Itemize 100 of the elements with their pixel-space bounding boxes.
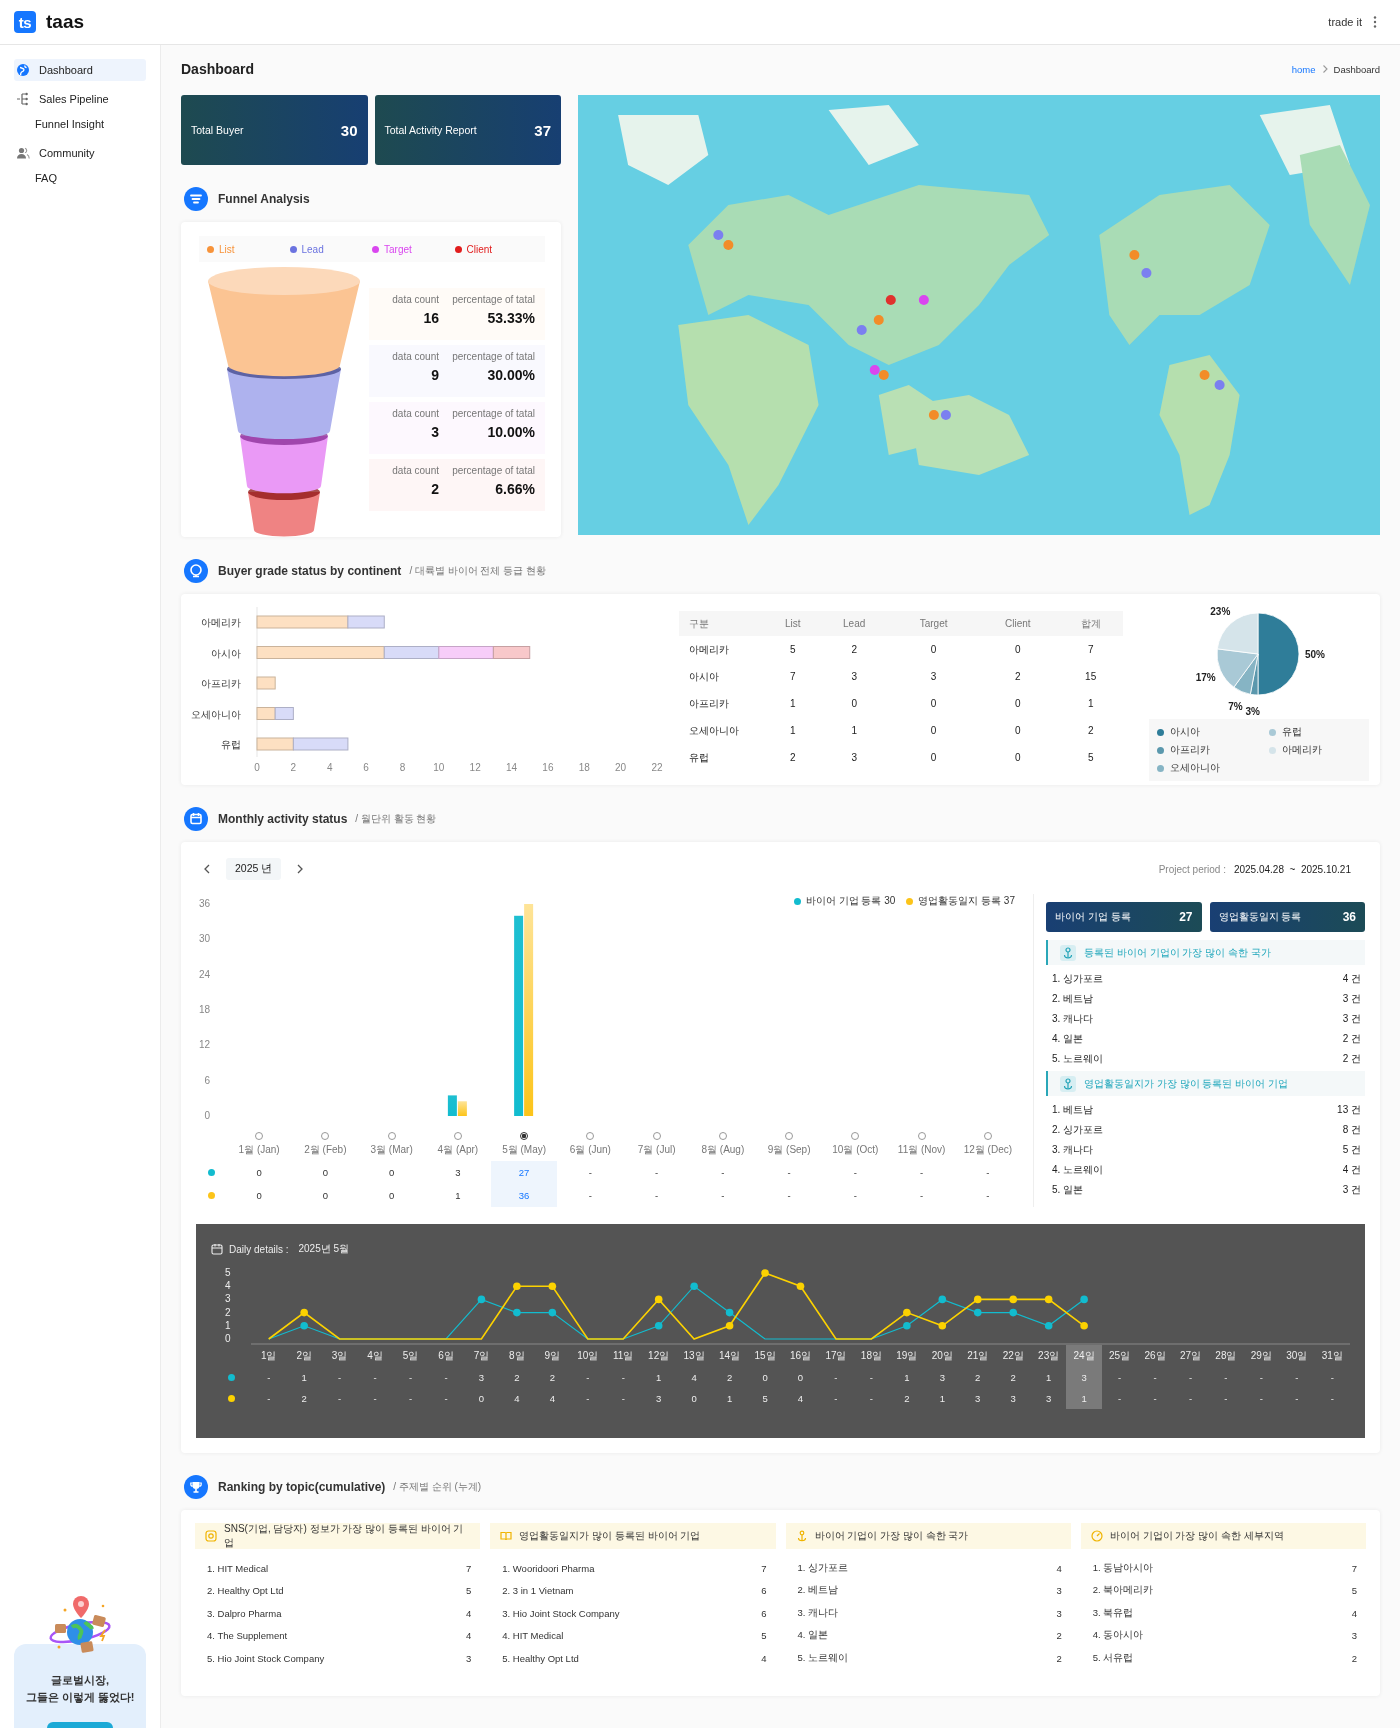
percent-value: 6.66% [494,481,535,497]
list-title: 등록된 바이어 기업이 가장 많이 속한 국가 [1084,945,1271,960]
day-label[interactable]: 19일 [889,1345,925,1367]
item-name: 4. 일본 [1052,1032,1084,1046]
table-cell-text: 0 [929,751,938,765]
count-label: data count [391,465,439,476]
data-point [973,1308,982,1317]
day-label[interactable]: 23일 [1030,1345,1067,1367]
series-dot [207,1192,215,1199]
table-cell-text: - [337,1371,343,1385]
day-label[interactable]: 1일 [251,1345,287,1367]
month-label: 12월 (Dec) [962,1143,1014,1157]
day-label[interactable]: 4일 [357,1345,393,1367]
item-name: 3. Dalpro Pharma [207,1607,282,1619]
table-cell-text: - [585,1371,591,1385]
section-title: Ranking by topic(cumulative) [218,1480,386,1494]
category-label: 아메리카 [201,617,241,628]
promo-button[interactable] [47,1722,113,1728]
day-label[interactable]: 22일 [995,1345,1031,1367]
data-label: 50% [1305,649,1325,660]
count-value: 2 [430,481,439,497]
table-cell-text: 1 [300,1371,308,1385]
item-count: 3 [1056,1607,1062,1619]
data-label: 17% [1195,671,1216,683]
day-label[interactable]: 20일 [924,1345,961,1367]
nav-item[interactable]: Dashboard [14,59,146,81]
percent-label: percentage of tatal [451,465,535,476]
day-label[interactable]: 27일 [1172,1345,1209,1367]
table-cell-text: 오세아니아 [688,723,740,738]
day-label[interactable]: 6일 [428,1345,464,1367]
data-point [938,1295,947,1304]
day-label[interactable]: 11일 [605,1345,641,1367]
column-header: 구분 [679,611,767,636]
table-cell-text: 3 [1045,1392,1053,1406]
table-cell-text: 5 [1086,751,1095,765]
nav-item[interactable]: Sales Pipeline [14,88,146,110]
breadcrumb-link[interactable]: home [1291,63,1316,75]
item-name: 4. 일본 [797,1629,829,1643]
table-cell-text: 3 [938,1371,946,1385]
day-label[interactable]: 29일 [1243,1345,1280,1367]
column-header: 합계 [1058,611,1123,636]
legend-label: 아시아 [1169,725,1200,739]
item-count: 7 [1351,1562,1357,1574]
tick-label: 6 [363,762,369,773]
table-cell-text: 0 [761,1371,769,1385]
table-cell-text: 3 [929,670,938,684]
day-label[interactable]: 7일 [463,1345,500,1367]
day-label[interactable]: 3일 [321,1345,358,1367]
month-label: 10월 (Oct) [831,1143,880,1157]
section-subtitle: / 월단위 활동 현황 [355,812,437,826]
day-label[interactable]: 13일 [676,1345,712,1367]
nav-item[interactable]: Community [14,142,146,164]
globe-icon [16,63,30,77]
item-count: 3 건 [1342,1012,1361,1026]
table-cell-text: - [1223,1371,1229,1385]
nav-subitem[interactable]: Funnel Insight [14,113,146,135]
day-label[interactable]: 17일 [818,1345,854,1367]
day-label[interactable]: 8일 [499,1345,535,1367]
day-label[interactable]: 28일 [1208,1345,1244,1367]
data-point [1009,1295,1017,1304]
day-label[interactable]: 9일 [534,1345,571,1367]
item-name: 1. 베트남 [1052,1103,1094,1117]
day-label[interactable]: 31일 [1314,1345,1350,1367]
day-label[interactable]: 12일 [640,1345,677,1367]
item-name: 2. Healthy Opt Ltd [207,1585,284,1597]
item-name: 4. The Supplement [207,1630,288,1642]
day-label[interactable]: 5일 [392,1345,429,1367]
table-cell-text: - [443,1392,449,1406]
day-label[interactable]: 2일 [286,1345,322,1367]
table-cell-text: 15 [1084,670,1098,684]
item-name: 2. 3 in 1 Vietnam [502,1585,574,1597]
table-cell-text: - [266,1392,272,1406]
day-label[interactable]: 25일 [1101,1345,1138,1367]
legend-label: 영업활동일지 등록 37 [918,894,1015,908]
bar-segment [256,676,276,690]
month-label: 1월 (Jan) [237,1143,281,1157]
legend-label: 유럽 [1281,725,1302,739]
more-menu-icon[interactable] [1372,15,1378,29]
column-header: List [767,611,819,636]
day-label[interactable]: 10일 [570,1345,606,1367]
day-label[interactable]: 15일 [747,1345,783,1367]
data-label: 7% [1228,701,1243,713]
day-label[interactable]: 30일 [1279,1345,1315,1367]
legend-label: Client [466,243,493,255]
table-cell: 36 [491,1184,558,1207]
day-label[interactable]: 14일 [711,1345,748,1367]
summary-label: 바이어 기업 등록 [1055,910,1131,924]
day-label[interactable]: 24일 [1066,1345,1102,1367]
month-radio[interactable] [520,1132,529,1140]
item-name: 2. 베트남 [797,1584,839,1598]
day-label[interactable]: 16일 [782,1345,819,1367]
day-label[interactable]: 18일 [853,1345,890,1367]
table-cell: 7 [1058,636,1123,663]
table-cell-text: 2 [1009,1371,1017,1385]
day-label[interactable]: 26일 [1137,1345,1173,1367]
list-title: 영업활동일지가 가장 많이 등록된 바이어 기업 [1084,1076,1288,1091]
day-label[interactable]: 21일 [960,1345,996,1367]
table-cell-text: - [985,1189,991,1203]
nav-subitem[interactable]: FAQ [14,167,146,189]
table-cell-text: - [1329,1392,1335,1406]
